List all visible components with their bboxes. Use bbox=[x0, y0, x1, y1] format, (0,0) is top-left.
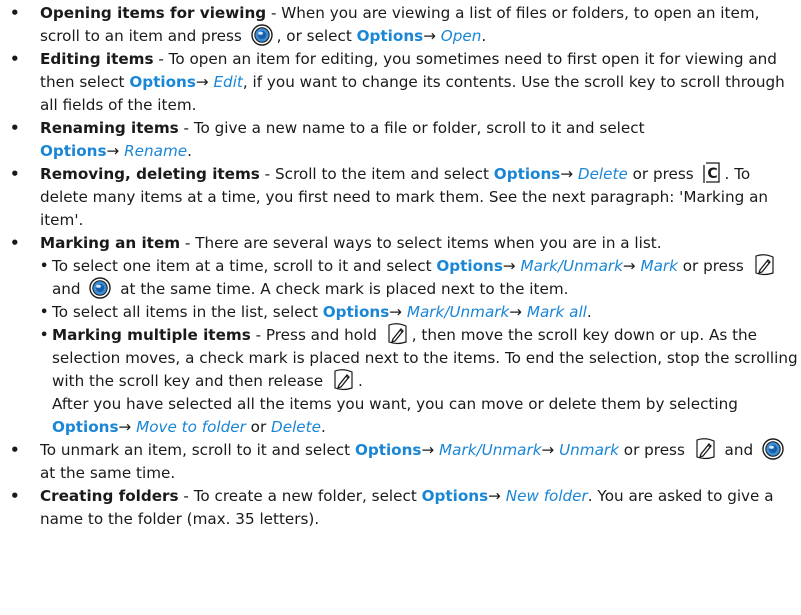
item-text: or press bbox=[677, 257, 749, 275]
item-text: . bbox=[586, 303, 592, 321]
bullet: • bbox=[10, 234, 20, 252]
navi-key-icon bbox=[251, 24, 273, 46]
list-item-renaming: • Renaming items - To give a new name to … bbox=[0, 117, 801, 163]
command-mark-unmark: Mark/Unmark bbox=[406, 303, 510, 321]
item-text: . bbox=[481, 27, 487, 45]
arrow: → bbox=[502, 257, 516, 275]
sub-item-mark-multiple: • Marking multiple items - Press and hold… bbox=[0, 324, 801, 393]
arrow: → bbox=[509, 303, 523, 321]
item-text: or press bbox=[627, 165, 699, 183]
item-title: Creating folders bbox=[40, 487, 179, 505]
item-text: - There are several ways to select items… bbox=[180, 234, 662, 252]
sub-item-after-selected: After you have selected all the items yo… bbox=[0, 393, 801, 439]
command-move-to-folder: Move to folder bbox=[136, 418, 246, 436]
command-new-folder: New folder bbox=[505, 487, 588, 505]
options-label: Options bbox=[40, 142, 107, 160]
item-title: Editing items bbox=[40, 50, 154, 68]
options-label: Options bbox=[129, 73, 196, 91]
bullet: • bbox=[10, 50, 20, 68]
item-text: . bbox=[357, 372, 363, 390]
arrow: → bbox=[488, 487, 501, 505]
item-title: Marking an item bbox=[40, 234, 181, 252]
command-open: Open bbox=[440, 27, 482, 45]
list-item-marking: • Marking an item - There are several way… bbox=[0, 232, 801, 255]
item-text: or press bbox=[618, 441, 690, 459]
options-label: Options bbox=[356, 27, 424, 45]
item-text: and bbox=[719, 441, 758, 459]
sub-bullet: • bbox=[40, 328, 49, 343]
arrow: → bbox=[421, 441, 435, 459]
item-text: at the same time. A check mark is placed… bbox=[115, 280, 569, 298]
arrow: → bbox=[118, 418, 132, 436]
item-text: or bbox=[245, 418, 272, 436]
item-text: and bbox=[52, 280, 86, 298]
command-mark-unmark: Mark/Unmark bbox=[520, 257, 623, 275]
sub-bullet: • bbox=[40, 259, 49, 274]
command-delete: Delete bbox=[577, 165, 628, 183]
list-item-opening: • Opening items for viewing - When you ar… bbox=[0, 2, 801, 48]
navi-key-icon bbox=[762, 438, 784, 460]
item-text: - To create a new folder, select bbox=[178, 487, 422, 505]
edit-pen-key-icon bbox=[386, 323, 408, 345]
command-unmark: Unmark bbox=[559, 441, 619, 459]
clear-key-icon bbox=[703, 162, 721, 184]
command-mark-all: Mark all bbox=[526, 303, 587, 321]
sub-bullet: • bbox=[40, 305, 49, 320]
edit-pen-key-icon bbox=[753, 254, 775, 276]
item-title: Removing, deleting items bbox=[40, 165, 260, 183]
command-edit: Edit bbox=[213, 73, 243, 91]
arrow: → bbox=[195, 73, 209, 91]
edit-pen-key-icon bbox=[332, 369, 354, 391]
list-item-creating-folders: • Creating folders - To create a new fold… bbox=[0, 485, 801, 531]
item-title: Opening items for viewing bbox=[40, 4, 267, 22]
list-item-deleting: • Removing, deleting items - Scroll to th… bbox=[0, 163, 801, 232]
arrow: → bbox=[622, 257, 636, 275]
item-text: To unmark an item, scroll to it and sele… bbox=[40, 441, 355, 459]
options-label: Options bbox=[493, 165, 561, 183]
navi-key-icon bbox=[89, 277, 111, 299]
item-text: - Press and hold bbox=[250, 326, 382, 344]
item-text: . bbox=[320, 418, 326, 436]
edit-pen-key-icon bbox=[694, 438, 716, 460]
item-text: , or select bbox=[276, 27, 357, 45]
item-text: - To give a new name to a file or folder… bbox=[178, 119, 645, 137]
options-label: Options bbox=[421, 487, 489, 505]
item-text: . bbox=[187, 142, 192, 160]
item-text: at the same time. bbox=[40, 464, 176, 482]
command-delete: Delete bbox=[271, 418, 321, 436]
bullet: • bbox=[10, 119, 20, 137]
list-item-unmark: • To unmark an item, scroll to it and sel… bbox=[0, 439, 801, 485]
arrow: → bbox=[423, 27, 436, 45]
bullet: • bbox=[10, 4, 20, 22]
item-text: - Scroll to the item and select bbox=[259, 165, 494, 183]
bullet: • bbox=[10, 441, 20, 459]
options-label: Options bbox=[436, 257, 503, 275]
sub-item-mark-all: • To select all items in the list, select… bbox=[0, 301, 801, 324]
bullet: • bbox=[10, 165, 20, 183]
item-text: To select all items in the list, select bbox=[52, 303, 323, 321]
list-item-editing: • Editing items - To open an item for edi… bbox=[0, 48, 801, 117]
document-body: • Opening items for viewing - When you ar… bbox=[0, 2, 801, 531]
options-label: Options bbox=[322, 303, 390, 321]
options-label: Options bbox=[354, 441, 422, 459]
arrow: → bbox=[560, 165, 574, 183]
item-title: Marking multiple items bbox=[52, 326, 251, 344]
command-mark: Mark bbox=[640, 257, 678, 275]
command-rename: Rename bbox=[124, 142, 188, 160]
options-label: Options bbox=[52, 418, 119, 436]
sub-item-mark-one: • To select one item at a time, scroll to… bbox=[0, 255, 801, 301]
item-title: Renaming items bbox=[40, 119, 179, 137]
arrow: → bbox=[541, 441, 555, 459]
item-text: To select one item at a time, scroll to … bbox=[52, 257, 437, 275]
arrow: → bbox=[106, 142, 120, 160]
arrow: → bbox=[389, 303, 403, 321]
item-text: After you have selected all the items yo… bbox=[52, 395, 738, 413]
command-mark-unmark: Mark/Unmark bbox=[439, 441, 542, 459]
bullet: • bbox=[10, 487, 20, 505]
